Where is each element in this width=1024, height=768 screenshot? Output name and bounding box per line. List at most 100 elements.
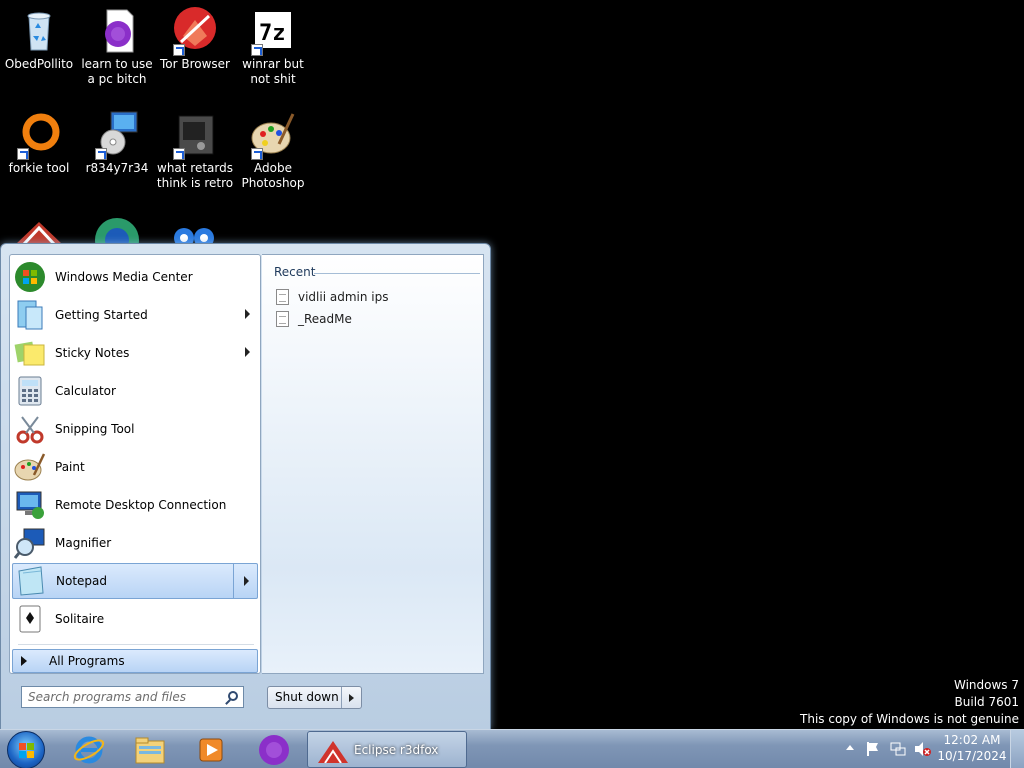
recent-item-label: _ReadMe: [298, 312, 352, 326]
windows-explorer-icon[interactable]: [133, 733, 167, 767]
internet-explorer-icon[interactable]: [72, 733, 106, 767]
network-icon[interactable]: [890, 741, 906, 757]
submenu-arrow-icon[interactable]: [245, 347, 250, 357]
recent-item[interactable]: vidlii admin ips: [276, 287, 389, 307]
recent-item[interactable]: _ReadMe: [276, 309, 352, 329]
solitaire-icon: [14, 603, 46, 635]
program-notepad[interactable]: Notepad: [12, 563, 258, 599]
shutdown-options-arrow-icon[interactable]: [349, 693, 354, 702]
shutdown-button[interactable]: Shut down: [268, 687, 342, 708]
calculator-icon: [14, 375, 46, 407]
program-paint[interactable]: Paint: [12, 449, 258, 485]
program-magnifier[interactable]: Magnifier: [12, 525, 258, 561]
desktop-icon-label: learn to use a pc bitch: [81, 57, 153, 86]
expand-arrow-icon: [21, 656, 27, 666]
media-player-icon[interactable]: [194, 733, 228, 767]
program-label: Getting Started: [55, 308, 148, 322]
submenu-arrow-icon[interactable]: [245, 309, 250, 319]
program-windows-media-center[interactable]: Windows Media Center: [12, 259, 258, 295]
windows-watermark: Windows 7 Build 7601 This copy of Window…: [800, 677, 1019, 728]
program-label: Remote Desktop Connection: [55, 498, 227, 512]
desktop-icon-label: forkie tool: [8, 161, 70, 175]
windows-media-center-icon: [14, 261, 46, 293]
all-programs-label: All Programs: [49, 654, 125, 668]
taskbar-clock[interactable]: 12:02 AM 10/17/2024: [937, 732, 1007, 764]
show-hidden-icons-icon[interactable]: [846, 745, 854, 750]
text-document-icon: [276, 289, 289, 305]
clock-time: 12:02 AM: [943, 733, 1001, 747]
partial-desktop-icon[interactable]: [170, 224, 218, 244]
magnifier-icon: [13, 527, 46, 559]
tor-browser-icon: [171, 6, 219, 56]
submenu-arrow-icon[interactable]: [244, 576, 249, 586]
recent-item-label: vidlii admin ips: [298, 290, 389, 304]
program-label: Windows Media Center: [55, 270, 193, 284]
sticky-notes-icon: [14, 337, 46, 369]
program-label: Calculator: [55, 384, 116, 398]
snipping-tool-icon: [14, 413, 46, 445]
program-label: Sticky Notes: [55, 346, 130, 360]
program-label: Notepad: [56, 574, 107, 588]
svg-text:7z: 7z: [259, 21, 286, 46]
menu-separator: [18, 644, 254, 645]
program-label: Paint: [55, 460, 85, 474]
watermark-genuine-notice: This copy of Windows is not genuine: [800, 712, 1019, 726]
partial-desktop-icon[interactable]: [94, 216, 140, 244]
desktop-icon-retro-app[interactable]: what retards think is retro: [156, 110, 234, 191]
start-menu: Windows Media Center Getting Started Sti…: [0, 243, 491, 730]
watermark-build: Build 7601: [954, 695, 1019, 709]
action-center-flag-icon[interactable]: [866, 741, 880, 757]
retro-app-icon: [171, 110, 219, 160]
search-icon[interactable]: [228, 691, 238, 701]
media-file-icon: [93, 6, 141, 54]
show-desktop-button[interactable]: [1010, 730, 1024, 768]
taskbar-window-title: Eclipse r3dfox: [354, 742, 439, 757]
computer-disc-icon: [93, 110, 141, 160]
desktop-icon-adobe-photoshop[interactable]: Adobe Photoshop: [234, 110, 312, 191]
desktop-icon-media-file[interactable]: learn to use a pc bitch: [78, 6, 156, 87]
program-solitaire[interactable]: Solitaire: [12, 601, 258, 637]
desktop-icon-label: winrar but not shit: [242, 57, 304, 86]
program-sticky-notes[interactable]: Sticky Notes: [12, 335, 258, 371]
recent-divider: [314, 273, 480, 274]
desktop-icon-label: r834y7r34: [85, 161, 149, 175]
shutdown-button-group: Shut down: [267, 686, 362, 709]
recent-heading: Recent: [274, 265, 316, 279]
desktop-icon-label: what retards think is retro: [156, 161, 234, 190]
program-getting-started[interactable]: Getting Started: [12, 297, 258, 333]
start-menu-recent-pane: Recent vidlii admin ips _ReadMe: [262, 254, 484, 674]
desktop-icon-7zip[interactable]: 7z winrar but not shit: [234, 6, 312, 87]
partial-desktop-icon[interactable]: [14, 216, 64, 244]
start-menu-programs-pane: Windows Media Center Getting Started Sti…: [9, 254, 261, 674]
all-programs-button[interactable]: All Programs: [12, 649, 258, 673]
desktop-icon-label: Tor Browser: [159, 57, 230, 71]
search-input[interactable]: [28, 690, 218, 704]
program-label: Magnifier: [55, 536, 112, 550]
program-remote-desktop-connection[interactable]: Remote Desktop Connection: [12, 487, 258, 523]
desktop-icon-label: Adobe Photoshop: [241, 161, 305, 190]
desktop-icon-tor-browser[interactable]: Tor Browser: [156, 6, 234, 72]
taskbar: Eclipse r3dfox 12:02 AM 10/17/2024: [0, 729, 1024, 768]
program-label: Solitaire: [55, 612, 105, 626]
program-snipping-tool[interactable]: Snipping Tool: [12, 411, 258, 447]
taskbar-window-button[interactable]: Eclipse r3dfox: [307, 731, 467, 768]
text-document-icon: [276, 311, 289, 327]
volume-muted-icon[interactable]: [914, 741, 932, 757]
getting-started-icon: [14, 299, 46, 331]
windows-logo-icon: [19, 743, 35, 759]
search-box[interactable]: [21, 686, 244, 708]
7zip-icon: 7z: [249, 6, 297, 56]
paint-palette-icon: [249, 110, 297, 160]
desktop-icon-recycle-bin[interactable]: ObedPollito: [0, 6, 78, 72]
media-file-icon[interactable]: [257, 733, 291, 767]
watermark-os: Windows 7: [953, 678, 1019, 692]
clock-date: 10/17/2024: [937, 749, 1007, 763]
remote-desktop-icon: [14, 489, 46, 521]
desktop-icon-r834y7r34[interactable]: r834y7r34: [78, 110, 156, 176]
eclipse-r3dfox-icon: [316, 737, 350, 764]
desktop-icon-label: ObedPollito: [4, 57, 74, 71]
notepad-icon: [15, 565, 47, 597]
start-button[interactable]: [7, 731, 45, 768]
program-calculator[interactable]: Calculator: [12, 373, 258, 409]
desktop-icon-forkie-tool[interactable]: forkie tool: [0, 110, 78, 176]
